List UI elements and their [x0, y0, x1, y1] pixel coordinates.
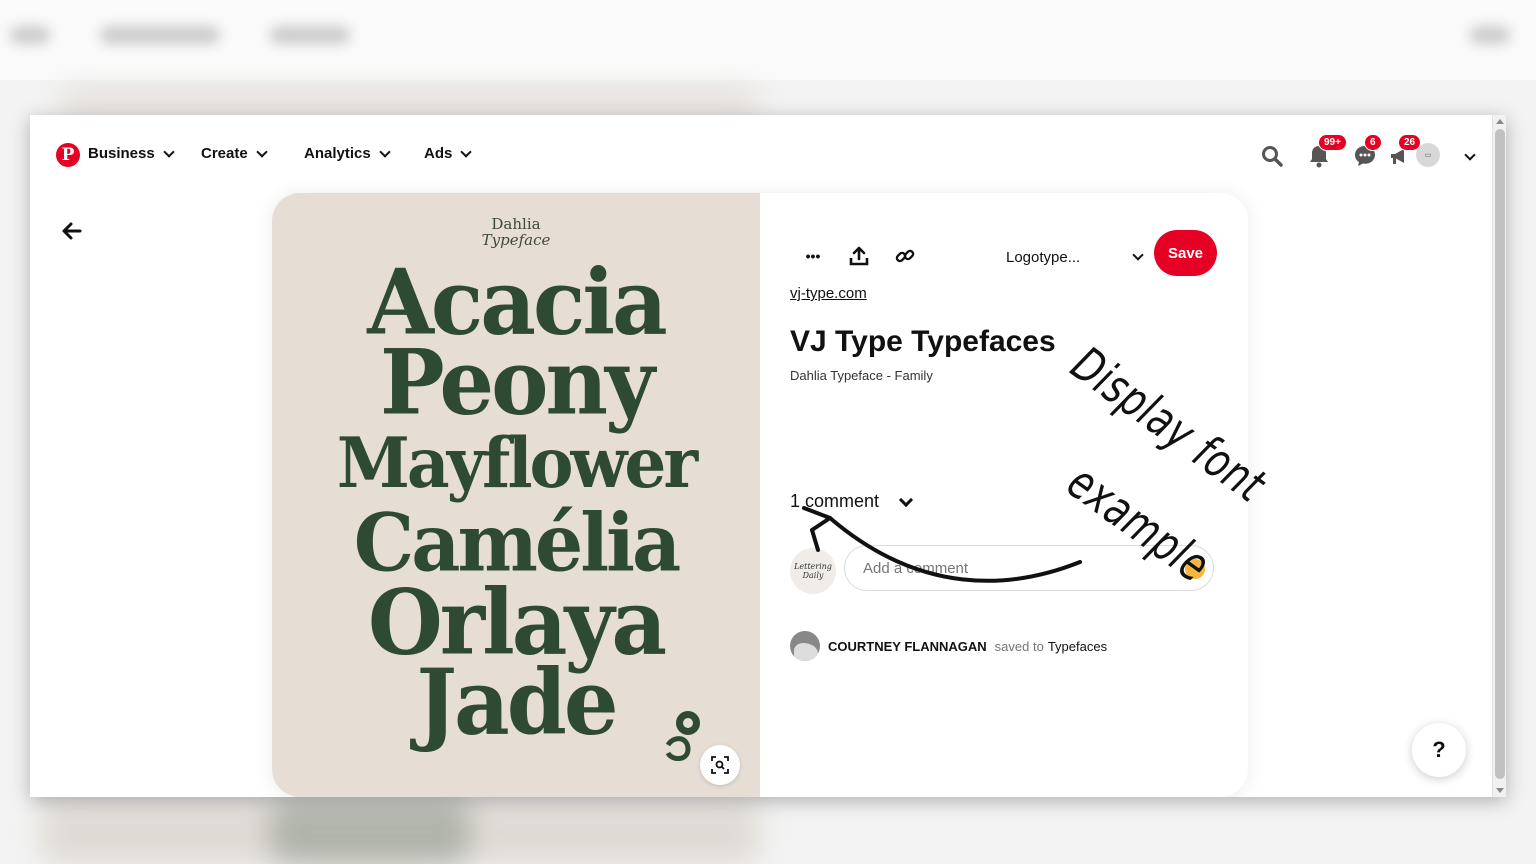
chevron-down-icon [1132, 249, 1144, 261]
chevron-down-icon [898, 492, 914, 507]
specimen-word: Mayflower [336, 422, 698, 504]
pin-image[interactable]: Dahlia Typeface Acacia Peony Mayflower C… [272, 193, 760, 797]
menu-create[interactable]: Create [201, 145, 268, 162]
share-icon[interactable] [844, 241, 874, 271]
scrollbar[interactable] [1492, 115, 1506, 797]
help-button[interactable]: ? [1412, 723, 1466, 777]
updates-megaphone-icon[interactable]: 26 [1386, 134, 1422, 169]
account-avatar[interactable]: ▭ [1416, 143, 1440, 167]
add-comment-input[interactable] [844, 545, 1214, 591]
back-arrow-icon[interactable] [60, 220, 82, 242]
messages-icon[interactable]: 6 [1352, 134, 1382, 169]
flower-ornament-icon [665, 711, 700, 761]
scroll-down-arrow-icon[interactable] [1496, 788, 1504, 793]
menu-ads-label: Ads [424, 145, 453, 162]
account-menu-chevron[interactable] [1462, 146, 1476, 164]
messages-badge: 6 [1364, 134, 1382, 151]
emoji-icon[interactable] [1185, 559, 1205, 579]
pin-description: Dahlia Typeface - Family [790, 368, 933, 383]
blurred-top-bar [0, 0, 1536, 80]
pin-closeup-card: Dahlia Typeface Acacia Peony Mayflower C… [272, 193, 1248, 797]
pinterest-logo[interactable]: P [56, 143, 80, 167]
scroll-up-arrow-icon[interactable] [1496, 119, 1504, 124]
browser-window: P Business Create Analytics Ads 99+ 6 26… [30, 115, 1506, 797]
menu-ads[interactable]: Ads [424, 145, 473, 162]
chevron-down-icon [163, 145, 175, 158]
saved-to-text: saved to [994, 638, 1044, 654]
specimen-word: Peony [380, 329, 655, 436]
copy-link-icon[interactable] [890, 241, 920, 271]
save-button[interactable]: Save [1154, 230, 1217, 276]
comments-count: 1 comment [790, 491, 880, 511]
scrollbar-thumb[interactable] [1495, 129, 1505, 779]
search-icon[interactable] [1259, 143, 1285, 169]
comments-toggle[interactable]: 1 comment [790, 491, 914, 512]
notifications-badge: 99+ [1318, 134, 1347, 151]
pin-title: VJ Type Typefaces [790, 325, 1056, 358]
commenter-avatar: Lettering Daily [790, 548, 836, 594]
image-font-specimen: Acacia Peony Mayflower Camélia Orlaya Ja… [272, 257, 760, 747]
saver-avatar[interactable] [790, 631, 820, 661]
menu-create-label: Create [201, 145, 248, 162]
pin-details-panel: ••• Logotype... Save vj-type.com VJ Type… [760, 193, 1248, 797]
visual-search-lens-icon[interactable] [700, 745, 740, 785]
menu-business-label: Business [88, 145, 155, 162]
saver-name[interactable]: COURTNEY FLANNAGAN [828, 639, 987, 654]
menu-analytics-label: Analytics [304, 145, 371, 162]
board-select-label: Logotype... [1006, 248, 1081, 266]
top-nav: P Business Create Analytics Ads 99+ 6 26… [30, 115, 1492, 195]
menu-business[interactable]: Business [88, 145, 175, 162]
chevron-down-icon [1464, 149, 1476, 161]
chevron-down-icon [460, 145, 473, 158]
chevron-down-icon [256, 145, 268, 158]
saved-by-line: COURTNEY FLANNAGAN saved to Typefaces [790, 631, 1107, 661]
more-options-button[interactable]: ••• [798, 241, 828, 271]
menu-analytics[interactable]: Analytics [304, 145, 391, 162]
source-link[interactable]: vj-type.com [790, 285, 867, 302]
saved-board-name[interactable]: Typefaces [1048, 639, 1107, 654]
notifications-bell-icon[interactable]: 99+ [1306, 134, 1347, 169]
image-brand-line2: Typeface [481, 231, 551, 249]
chevron-down-icon [379, 145, 391, 158]
board-select-dropdown[interactable]: Logotype... [1002, 243, 1144, 271]
